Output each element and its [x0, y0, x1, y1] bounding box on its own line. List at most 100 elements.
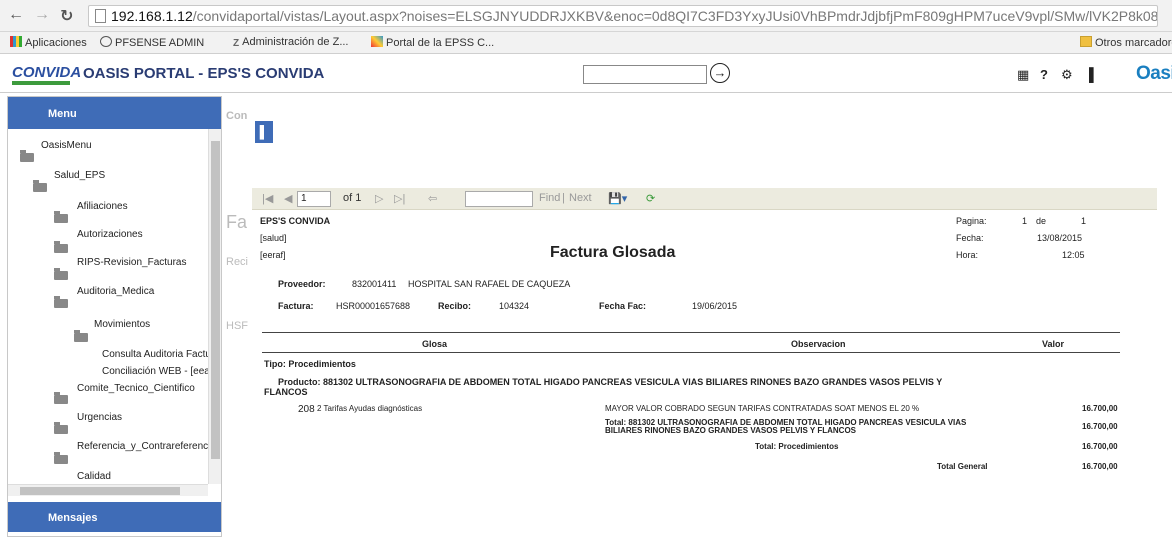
- menu-item-conciliacion[interactable]: Conciliación WEB - [eea: [102, 366, 208, 377]
- bookmark-label: Portal de la EPSS C...: [386, 37, 495, 49]
- pfsense-icon: [100, 36, 112, 47]
- reload-icon[interactable]: ↻: [60, 6, 73, 26]
- folder-icon: [33, 180, 47, 192]
- scrollbar-thumb[interactable]: [20, 487, 180, 495]
- browser-toolbar: ← → ↻ 192.168.1.12/convidaportal/vistas/…: [0, 0, 1172, 32]
- menu-item-salud-eps[interactable]: Salud_EPS: [54, 170, 105, 181]
- next-page-icon[interactable]: ▷: [375, 192, 383, 205]
- hora-label: Hora:: [956, 250, 979, 260]
- report-title: Factura Glosada: [550, 244, 676, 261]
- producto-line1: Producto: 881302 ULTRASONOGRAFIA DE ABDO…: [278, 377, 943, 387]
- menu-item-afiliaciones[interactable]: Afiliaciones: [77, 201, 128, 212]
- url-path: /convidaportal/vistas/Layout.aspx?noises…: [192, 8, 1158, 24]
- find-link[interactable]: Find: [539, 192, 560, 204]
- menu-item-rips[interactable]: RIPS-Revision_Facturas: [77, 257, 186, 268]
- folder-icon: [54, 268, 68, 280]
- bookmark-zimbra[interactable]: Z Administración de Z...: [233, 36, 348, 49]
- back-button[interactable]: ▌: [255, 121, 273, 143]
- last-page-icon[interactable]: ▷|: [394, 192, 405, 205]
- folder-icon: [54, 422, 68, 434]
- prev-page-icon[interactable]: ◀: [284, 192, 292, 205]
- col-valor: Valor: [1042, 339, 1065, 349]
- folder-icon: [54, 296, 68, 308]
- bookmark-pfsense[interactable]: PFSENSE ADMIN: [100, 36, 204, 49]
- table-header-rule: [262, 352, 1120, 353]
- exit-icon[interactable]: ▌: [1089, 67, 1098, 82]
- find-input[interactable]: [465, 191, 533, 207]
- de-label: de: [1036, 216, 1047, 226]
- back-nav-icon[interactable]: ⇦: [428, 192, 437, 205]
- menu-item-urgencias[interactable]: Urgencias: [77, 412, 122, 423]
- portal-icon: [371, 36, 383, 47]
- total-general: Total General: [937, 462, 988, 471]
- menu-item-comite[interactable]: Comite_Tecnico_Cientifico: [77, 383, 195, 394]
- convida-logo: CONVIDA: [12, 64, 81, 85]
- bookmark-other[interactable]: Otros marcadores: [1080, 36, 1172, 49]
- fechafac-value: 19/06/2015: [692, 301, 738, 311]
- portal-header: CONVIDA OASIS PORTAL - EPS'S CONVIDA → ▦…: [0, 55, 1172, 93]
- fechafac-label: Fecha Fac:: [599, 301, 647, 311]
- sidebar-messages[interactable]: Mensajes: [8, 502, 221, 532]
- grid-icon[interactable]: ▦: [1017, 67, 1029, 83]
- factura-label: Factura:: [278, 301, 314, 311]
- bookmarks-bar: Aplicaciones PFSENSE ADMIN Z Administraci…: [0, 32, 1172, 54]
- report-viewer: ▌ |◀ ◀ 1 of 1 ▷ ▷| ⇦ Find | Next 💾▾ ⟳ EP…: [252, 110, 1157, 537]
- folder-icon: [20, 150, 34, 162]
- page-icon: [95, 9, 106, 23]
- menu-item-movimientos[interactable]: Movimientos: [94, 319, 150, 330]
- find-separator: |: [562, 192, 565, 204]
- sidebar-header[interactable]: Menu: [8, 97, 221, 129]
- background-page: Con Fa Reci HSF: [226, 110, 249, 332]
- report-salud: [salud]: [260, 233, 287, 243]
- scrollbar-thumb[interactable]: [211, 141, 220, 459]
- menu-item-oasismenu[interactable]: OasisMenu: [41, 140, 92, 151]
- glosa-code: 208: [298, 404, 315, 415]
- sidebar: Menu OasisMenu Salud_EPS Afiliaciones Au…: [7, 96, 222, 537]
- proveedor-nit: 832001411: [352, 279, 397, 289]
- bookmark-portal[interactable]: Portal de la EPSS C...: [371, 36, 494, 49]
- sidebar-scrollbar-horizontal[interactable]: [8, 484, 208, 496]
- sidebar-scrollbar-vertical[interactable]: [208, 129, 221, 484]
- tipo-row: Tipo: Procedimientos: [264, 359, 356, 369]
- folder-icon: [1080, 36, 1092, 47]
- hora-value: 12:05: [1062, 250, 1085, 260]
- menu-item-auditoria-medica[interactable]: Auditoria_Medica: [77, 286, 154, 297]
- bookmark-label: Administración de Z...: [242, 36, 349, 48]
- search-input[interactable]: [583, 65, 707, 84]
- menu-item-referencia[interactable]: Referencia_y_Contrareferencia: [77, 441, 208, 452]
- settings-icon[interactable]: ⚙: [1061, 67, 1073, 83]
- report-entity: EPS'S CONVIDA: [260, 216, 331, 226]
- refresh-icon[interactable]: ⟳: [646, 192, 655, 205]
- address-bar[interactable]: 192.168.1.12/convidaportal/vistas/Layout…: [88, 5, 1158, 27]
- bookmark-label: Aplicaciones: [25, 37, 87, 49]
- forward-icon[interactable]: →: [34, 6, 50, 24]
- back-icon[interactable]: ←: [8, 6, 24, 24]
- page-count: of 1: [343, 192, 362, 204]
- bookmark-apps[interactable]: Aplicaciones: [10, 36, 87, 49]
- menu-item-consulta-auditoria[interactable]: Consulta Auditoria Factu: [102, 349, 208, 360]
- valor-1: 16.700,00: [1082, 404, 1118, 413]
- menu-item-calidad[interactable]: Calidad: [77, 471, 111, 482]
- menu-item-autorizaciones[interactable]: Autorizaciones: [77, 229, 143, 240]
- total-procedimientos: Total: Procedimientos: [755, 442, 839, 451]
- page-input[interactable]: 1: [297, 191, 331, 207]
- next-link[interactable]: Next: [569, 192, 592, 204]
- folder-icon: [54, 241, 68, 253]
- folder-icon: [54, 452, 68, 464]
- menu-tree: OasisMenu Salud_EPS Afiliaciones Autoriz…: [8, 129, 208, 484]
- observacion: MAYOR VALOR COBRADO SEGUN TARIFAS CONTRA…: [605, 404, 920, 413]
- first-page-icon[interactable]: |◀: [262, 192, 273, 205]
- producto-line2: FLANCOS: [264, 387, 308, 397]
- export-icon[interactable]: 💾▾: [608, 192, 627, 205]
- help-icon[interactable]: ?: [1040, 67, 1048, 82]
- pagina-label: Pagina:: [956, 216, 987, 226]
- valor-3: 16.700,00: [1082, 442, 1118, 451]
- pagina-value: 1: [1022, 216, 1028, 226]
- recibo-label: Recibo:: [438, 301, 472, 311]
- fecha-value: 13/08/2015: [1037, 233, 1083, 243]
- report-eeraf: [eeraf]: [260, 250, 286, 260]
- proveedor-name: HOSPITAL SAN RAFAEL DE CAQUEZA: [408, 279, 571, 289]
- zimbra-icon: Z: [233, 38, 240, 49]
- url-host: 192.168.1.12: [111, 8, 193, 24]
- go-button[interactable]: →: [710, 63, 730, 83]
